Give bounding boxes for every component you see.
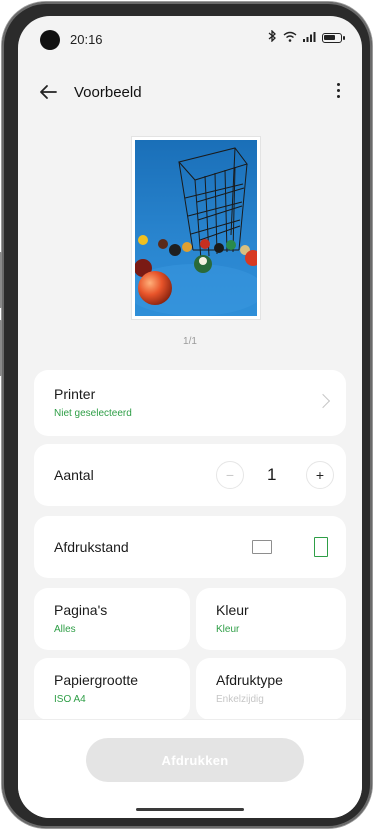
paper-size-label: Papiergrootte [54, 672, 139, 688]
page-counter: 1/1 [183, 336, 197, 347]
phone-frame: 20:16 Voorbeeld 1/1 Printer Niet geselec… [0, 2, 372, 828]
paper-size-value: ISO A4 [54, 694, 86, 705]
arrow-left-icon[interactable] [36, 80, 60, 104]
page-title: Voorbeeld [74, 84, 142, 101]
decrement-button[interactable]: − [216, 461, 244, 489]
status-icons [268, 29, 345, 45]
home-indicator[interactable] [136, 808, 244, 811]
copies-row: Aantal − 1 + [34, 444, 346, 506]
preview-image [135, 140, 257, 316]
copies-label: Aantal [54, 467, 94, 483]
printer-status: Niet geselecteerd [54, 408, 132, 419]
bottom-action-bar: Afdrukken [18, 719, 362, 818]
battery-icon [322, 32, 345, 43]
pages-selector[interactable]: Pagina's Alles [34, 588, 190, 650]
increment-button[interactable]: + [306, 461, 334, 489]
color-label: Kleur [216, 602, 249, 618]
signal-icon [303, 31, 316, 45]
paper-size-selector[interactable]: Papiergrootte ISO A4 [34, 658, 190, 720]
screen: 20:16 Voorbeeld 1/1 Printer Niet geselec… [18, 16, 362, 818]
pages-label: Pagina's [54, 602, 108, 618]
print-preview-page [131, 136, 261, 320]
chevron-right-icon [315, 393, 331, 409]
more-vert-icon[interactable] [328, 80, 348, 104]
volume-button [0, 252, 2, 308]
front-camera [40, 30, 60, 50]
orientation-row: Afdrukstand [34, 516, 346, 578]
color-value: Kleur [216, 624, 240, 635]
volume-button-2 [0, 320, 2, 376]
status-bar: 20:16 [18, 16, 362, 60]
portrait-orientation-icon[interactable] [314, 537, 328, 557]
bluetooth-icon [268, 29, 277, 45]
wifi-icon [283, 31, 297, 45]
printer-label: Printer [54, 386, 96, 402]
orientation-label: Afdrukstand [54, 539, 129, 555]
app-header: Voorbeeld [18, 72, 362, 112]
landscape-orientation-icon[interactable] [252, 540, 272, 554]
color-selector[interactable]: Kleur Kleur [196, 588, 346, 650]
print-button[interactable]: Afdrukken [86, 738, 304, 782]
print-type-selector[interactable]: Afdruktype Enkelzijdig [196, 658, 346, 720]
plus-icon: + [315, 467, 325, 483]
status-time: 20:16 [70, 32, 103, 47]
minus-icon: − [225, 467, 235, 483]
copies-value: 1 [267, 465, 277, 484]
print-type-value: Enkelzijdig [216, 694, 264, 705]
print-type-label: Afdruktype [216, 672, 283, 688]
printer-selector[interactable]: Printer Niet geselecteerd [34, 370, 346, 436]
pages-value: Alles [54, 624, 76, 635]
